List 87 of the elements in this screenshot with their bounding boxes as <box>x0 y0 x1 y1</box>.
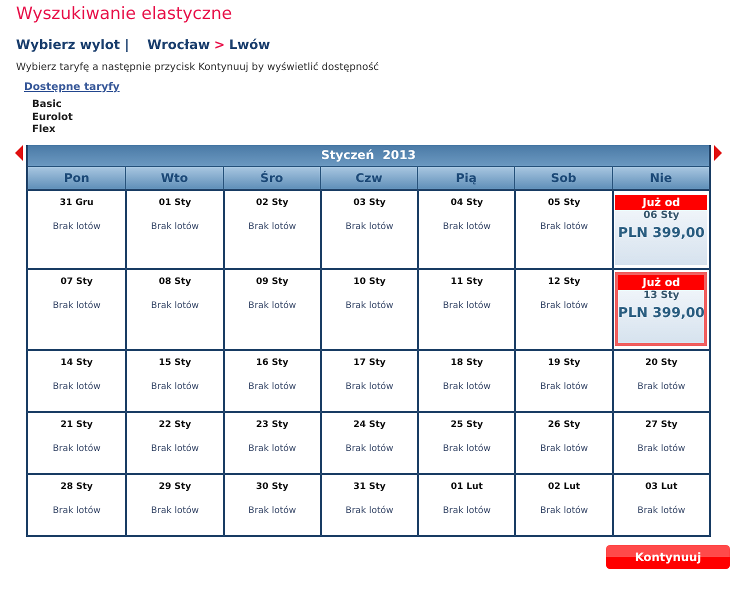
no-flights-text: Brak lotów <box>637 382 686 392</box>
no-flights-text: Brak lotów <box>52 222 101 232</box>
no-flights-text: Brak lotów <box>442 444 491 454</box>
day-date: 18 Sty <box>450 358 483 368</box>
day-date: 30 Sty <box>256 482 288 492</box>
day-date: 25 Sty <box>450 420 483 430</box>
weekday-header: Nie <box>612 166 709 188</box>
day-date: 09 Sty <box>256 276 288 286</box>
no-flights-text: Brak lotów <box>540 382 588 392</box>
no-flights-text: Brak lotów <box>540 222 588 232</box>
day-date: 10 Sty <box>353 276 386 286</box>
no-flights-text: Brak lotów <box>540 444 588 454</box>
no-flights-text: Brak lotów <box>540 506 588 516</box>
day-date: 24 Sty <box>353 420 386 430</box>
day-date: 15 Sty <box>158 358 192 368</box>
day-date: 29 Sty <box>158 482 192 492</box>
no-flights-text: Brak lotów <box>150 444 199 454</box>
day-date: 22 Sty <box>158 420 192 430</box>
no-flights-text: Brak lotów <box>52 300 101 310</box>
weekday-header: Śro <box>222 166 320 188</box>
day-date: 01 Lut <box>450 482 483 492</box>
day-date: 11 Sty <box>450 276 483 286</box>
day-date: 12 Sty <box>548 276 580 286</box>
day-date: 19 Sty <box>548 358 580 368</box>
next-arrow-icon[interactable] <box>714 144 722 160</box>
day-date: 03 Lut <box>645 482 678 492</box>
instruction-text: Wybierz taryfę a następnie przycisk Kontynuuj by wyświetlić dostępność <box>16 62 380 73</box>
no-flights-text: Brak lotów <box>346 506 394 516</box>
no-flights-text: Brak lotów <box>52 506 101 516</box>
day-date: 28 Sty <box>60 482 93 492</box>
no-flights-text: Brak lotów <box>248 222 296 232</box>
weekday-header: Czw <box>320 166 418 188</box>
day-date: 08 Sty <box>158 276 192 286</box>
no-flights-text: Brak lotów <box>346 300 394 310</box>
fare-name: Basic <box>32 99 63 112</box>
fare-option[interactable]: Już od 13 Sty PLN 399,00 <box>615 272 708 346</box>
day-date: 26 Sty <box>548 420 580 430</box>
day-date: 14 Sty <box>60 358 93 368</box>
no-flights-text: Brak lotów <box>248 506 296 516</box>
fares-link[interactable]: Dostępne taryfy <box>24 81 120 93</box>
no-flights-text: Brak lotów <box>540 300 588 310</box>
previous-arrow-icon[interactable] <box>15 144 23 160</box>
day-date: 17 Sty <box>353 358 386 368</box>
fare-option[interactable]: Już od 06 Sty PLN 399,00 <box>615 194 708 264</box>
no-flights-text: Brak lotów <box>150 506 199 516</box>
day-date: 27 Sty <box>645 420 678 430</box>
month-title: Styczeń 2013 <box>28 144 709 166</box>
weekday-header: Sob <box>514 166 612 188</box>
day-date: 16 Sty <box>256 358 288 368</box>
no-flights-text: Brak lotów <box>150 300 199 310</box>
day-date: 31 Gru <box>60 198 94 208</box>
no-flights-text: Brak lotów <box>346 444 394 454</box>
no-flights-text: Brak lotów <box>346 382 394 392</box>
no-flights-text: Brak lotów <box>442 222 491 232</box>
no-flights-text: Brak lotów <box>248 382 296 392</box>
day-date: 23 Sty <box>256 420 288 430</box>
weekday-header: Pią <box>417 166 514 188</box>
no-flights-text: Brak lotów <box>442 300 491 310</box>
route-label: Wybierz wylot | <box>16 38 130 53</box>
day-date: 01 Sty <box>158 198 192 208</box>
no-flights-text: Brak lotów <box>52 382 101 392</box>
no-flights-text: Brak lotów <box>442 506 491 516</box>
day-date: 20 Sty <box>645 358 678 368</box>
fare-name: Eurolot <box>32 112 74 124</box>
fare-name: Flex <box>32 124 56 136</box>
day-date: 07 Sty <box>60 276 93 286</box>
no-flights-text: Brak lotów <box>637 444 686 454</box>
day-date: 03 Sty <box>353 198 386 208</box>
no-flights-text: Brak lotów <box>248 300 296 310</box>
no-flights-text: Brak lotów <box>52 444 101 454</box>
day-date: 31 Sty <box>353 482 386 492</box>
no-flights-text: Brak lotów <box>637 506 686 516</box>
weekday-header: Wto <box>125 166 223 188</box>
day-date: 02 Lut <box>548 482 580 492</box>
no-flights-text: Brak lotów <box>150 222 199 232</box>
page-title: Wyszukiwanie elastyczne <box>16 4 234 26</box>
no-flights-text: Brak lotów <box>442 382 491 392</box>
route-text: Wrocław > Lwów <box>147 38 270 53</box>
day-date: 04 Sty <box>450 198 483 208</box>
day-date: 02 Sty <box>256 198 288 208</box>
weekday-header: Pon <box>62 170 90 186</box>
continue-button[interactable]: Kontynuuj <box>606 544 730 568</box>
no-flights-text: Brak lotów <box>248 444 296 454</box>
day-date: 21 Sty <box>60 420 93 430</box>
day-date: 05 Sty <box>548 198 580 208</box>
no-flights-text: Brak lotów <box>346 222 394 232</box>
no-flights-text: Brak lotów <box>150 382 199 392</box>
